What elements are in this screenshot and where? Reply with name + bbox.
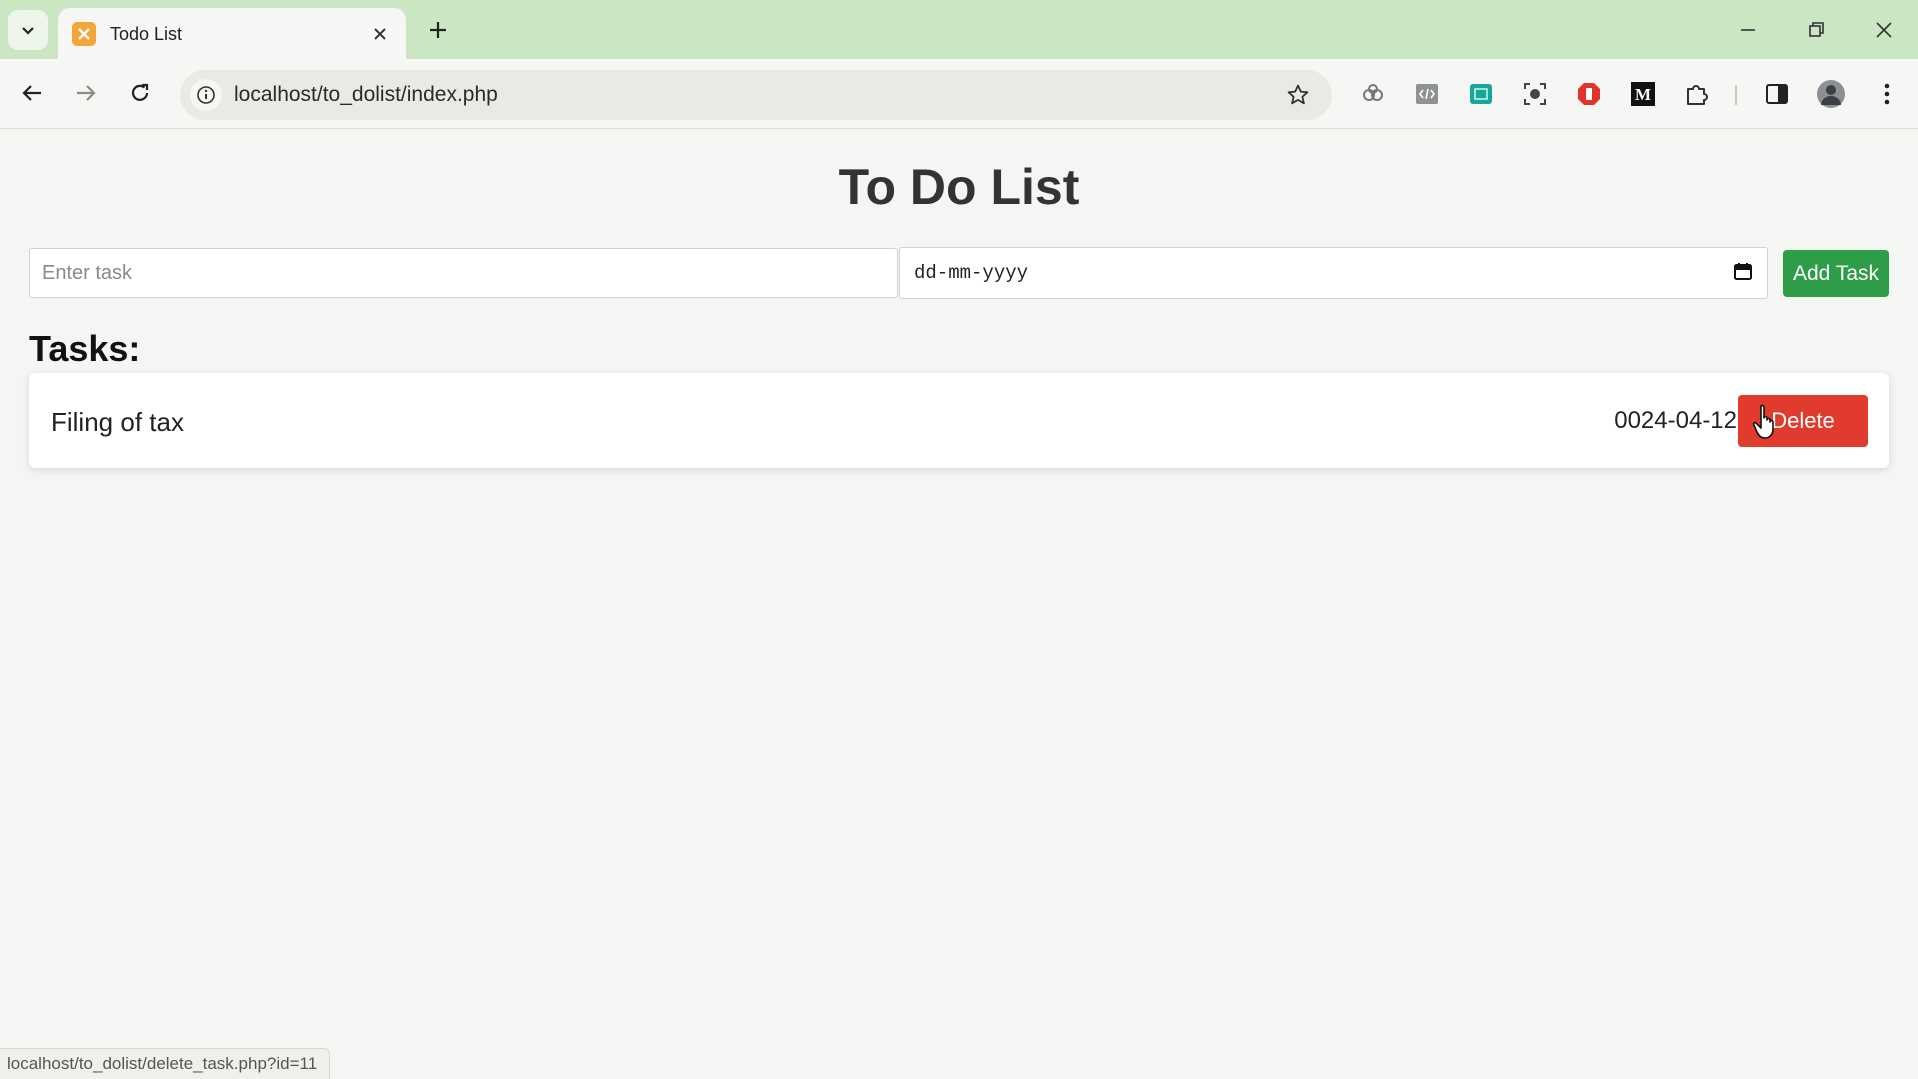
camera-lens-icon[interactable] [1518,77,1552,111]
toolbar-separator [1735,85,1737,105]
tasks-heading: Tasks: [29,328,141,369]
code-icon[interactable] [1410,77,1444,111]
svg-text:M: M [1635,85,1651,104]
status-bar-url: localhost/to_dolist/delete_task.php?id=1… [0,1048,331,1079]
puzzle-icon[interactable] [1680,77,1714,111]
kebab-menu-icon[interactable] [1870,77,1904,111]
minimize-icon[interactable] [1728,12,1768,48]
extension-link-icon[interactable] [1356,77,1390,111]
window-close-icon[interactable] [1864,12,1904,48]
tab-title: Todo List [110,23,183,44]
page-title: To Do List [838,159,1080,215]
star-icon[interactable] [1282,79,1314,111]
add-task-button[interactable]: Add Task [1783,250,1889,297]
tab-strip: Todo List [0,0,1918,60]
back-arrow-icon[interactable] [12,73,52,113]
hand-cursor-icon [1752,404,1774,439]
restore-icon[interactable] [1796,12,1836,48]
page-content: To Do List dd-mm-yyyy Add Task Tasks: Fi… [0,130,1918,1079]
plus-icon[interactable] [422,14,454,46]
close-icon[interactable] [368,22,392,46]
profile-avatar[interactable] [1814,77,1848,111]
forward-arrow-icon[interactable] [66,73,106,113]
tab-search-icon[interactable] [8,10,48,50]
shield-icon[interactable] [1572,77,1606,111]
screen-capture-icon[interactable] [1464,77,1498,111]
date-input-value: dd-mm-yyyy [914,262,1029,284]
medium-icon[interactable]: M [1626,77,1660,111]
xampp-favicon-icon [72,22,96,46]
reload-icon[interactable] [120,73,160,113]
task-name: Filing of tax [51,407,184,437]
task-date: 0024-04-12 [1614,407,1737,434]
side-panel-icon[interactable] [1760,77,1794,111]
url-text[interactable]: localhost/to_dolist/index.php [234,83,1282,107]
date-input[interactable]: dd-mm-yyyy [899,247,1768,299]
active-tab[interactable]: Todo List [58,8,406,60]
task-item: Filing of tax 0024-04-12 Delete [29,373,1889,468]
browser-toolbar: localhost/to_dolist/index.php M [0,59,1918,129]
site-info-icon[interactable] [190,79,222,111]
task-input[interactable] [29,248,898,298]
address-bar[interactable]: localhost/to_dolist/index.php [180,70,1332,120]
calendar-icon[interactable] [1733,261,1753,286]
